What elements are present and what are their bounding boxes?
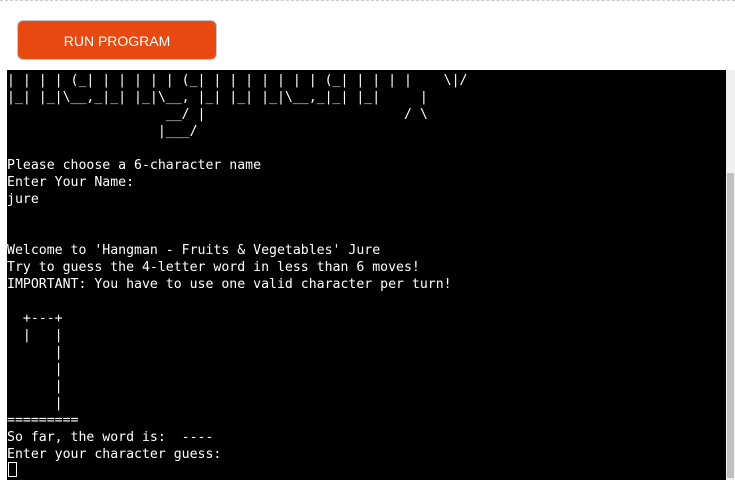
terminal-scrollbar[interactable]: [726, 70, 735, 480]
gallows-line-1: +---+: [7, 311, 63, 326]
ascii-title-line-4: |___/: [7, 124, 198, 139]
ascii-title-line-3: __/ | / \: [7, 107, 428, 122]
run-program-button[interactable]: RUN PROGRAM: [17, 20, 217, 60]
word-progress: So far, the word is: ----: [7, 430, 214, 445]
ascii-title-line-2: |_| |_|\__,_|_| |_|\__, |_| |_| |_|\__,_…: [7, 90, 428, 105]
entered-name: jure: [7, 192, 39, 207]
terminal-output: | | | | (_| | | | | | (_| | | | | | | | …: [7, 72, 727, 463]
guess-prompt: Enter your character guess:: [7, 447, 222, 462]
gallows-base: =========: [7, 413, 79, 428]
welcome-message: Welcome to 'Hangman - Fruits & Vegetable…: [7, 243, 381, 258]
gallows-line-4: |: [7, 362, 63, 377]
terminal-window[interactable]: | | | | (_| | | | | | (_| | | | | | | | …: [7, 70, 735, 480]
gallows-line-5: |: [7, 379, 63, 394]
name-prompt: Please choose a 6-character name: [7, 158, 262, 173]
important-message: IMPORTANT: You have to use one valid cha…: [7, 277, 452, 292]
top-divider: [0, 0, 735, 3]
gallows-line-2: | |: [7, 328, 63, 343]
enter-name-label: Enter Your Name:: [7, 175, 135, 190]
terminal-cursor[interactable]: [8, 462, 17, 477]
scrollbar-thumb[interactable]: [727, 173, 734, 478]
gallows-line-3: |: [7, 345, 63, 360]
ascii-title-line-1: | | | | (_| | | | | | (_| | | | | | | | …: [7, 73, 468, 88]
instructions-message: Try to guess the 4-letter word in less t…: [7, 260, 420, 275]
gallows-line-6: |: [7, 396, 63, 411]
